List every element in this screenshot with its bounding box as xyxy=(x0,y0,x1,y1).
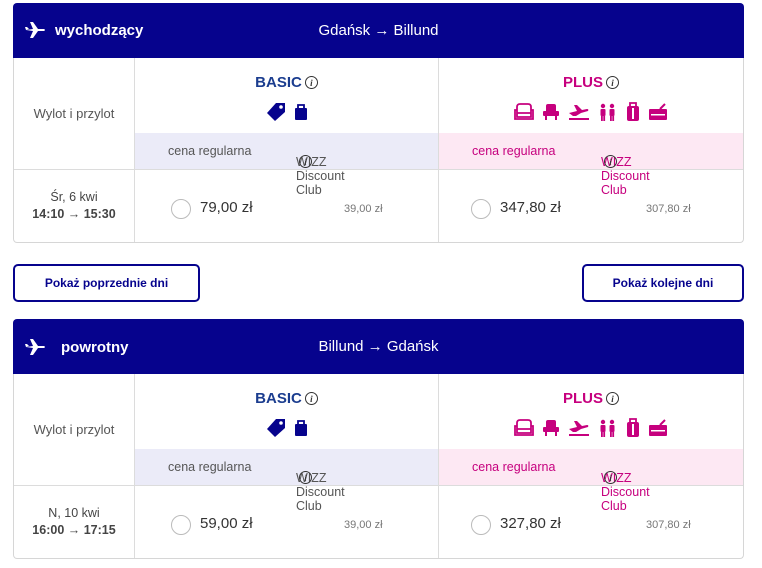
priority-boarding-icon xyxy=(569,421,589,436)
seat-selection-icon xyxy=(543,420,559,436)
price-tag-icon xyxy=(266,419,285,437)
info-icon[interactable]: i xyxy=(604,471,617,484)
info-icon[interactable]: i xyxy=(304,76,318,89)
return-section: powrotny Billund → Gdańsk Wylot i przylo… xyxy=(13,319,744,559)
info-icon[interactable]: i xyxy=(299,155,312,168)
checked-bag-icon xyxy=(649,419,667,436)
plus-icons xyxy=(439,102,743,122)
outbound-section: wychodzący Gdańsk → Billund Wylot i przy… xyxy=(13,3,744,243)
basic-fare-radio[interactable] xyxy=(171,515,191,535)
row-label: Wylot i przylot xyxy=(33,106,115,121)
basic-price: 79,00 zł xyxy=(200,199,253,216)
seat-icon xyxy=(514,419,534,436)
return-header: powrotny Billund → Gdańsk xyxy=(13,319,744,374)
prev-days-button[interactable]: Pokaż poprzednie dni xyxy=(13,264,200,302)
info-icon[interactable]: i xyxy=(304,392,318,405)
price-tag-icon xyxy=(266,103,285,121)
plus-regular-label: cena regularna xyxy=(472,460,556,474)
plus-subheader: cena regularna WIZZ Discount Club i xyxy=(439,133,743,197)
info-icon[interactable]: i xyxy=(606,76,619,89)
basic-price: 59,00 zł xyxy=(200,515,253,532)
plus-price: 327,80 zł xyxy=(500,515,561,532)
flight-times: 16:00 → 17:15 xyxy=(32,523,116,537)
outbound-route: Gdańsk → Billund xyxy=(318,22,439,39)
basic-icons xyxy=(135,418,438,438)
plus-fare-title: PLUS i xyxy=(439,390,743,407)
checked-bag-icon xyxy=(649,103,667,120)
return-route: Billund → Gdańsk xyxy=(318,338,439,355)
trolley-bag-icon xyxy=(627,418,639,437)
plus-fare-radio[interactable] xyxy=(471,199,491,219)
plus-subheader: cena regularna WIZZ Discount Club i xyxy=(439,449,743,513)
basic-regular-label: cena regularna xyxy=(168,144,252,158)
small-bag-icon xyxy=(294,420,307,436)
plus-club-price: 307,80 zł xyxy=(646,203,691,215)
next-days-button[interactable]: Pokaż kolejne dni xyxy=(582,264,744,302)
check-in-icon xyxy=(600,419,615,437)
plus-price: 347,80 zł xyxy=(500,199,561,216)
small-bag-icon xyxy=(294,104,307,120)
flight-times: 14:10 → 15:30 xyxy=(32,207,116,221)
basic-fare-radio[interactable] xyxy=(171,199,191,219)
return-fare-table: Wylot i przylot BASIC i cena regularna WI… xyxy=(13,374,744,559)
plus-club-price: 307,80 zł xyxy=(646,519,691,531)
plus-icons xyxy=(439,418,743,438)
basic-club-price: 39,00 zł xyxy=(344,519,383,531)
trolley-bag-icon xyxy=(627,102,639,121)
plus-fare-radio[interactable] xyxy=(471,515,491,535)
basic-subheader: cena regularna WIZZ Discount Club i xyxy=(135,449,438,513)
basic-club-price: 39,00 zł xyxy=(344,203,383,215)
flight-date: N, 10 kwi 16:00 → 17:15 xyxy=(32,506,116,537)
info-icon[interactable]: i xyxy=(299,471,312,484)
basic-icons xyxy=(135,102,438,122)
flight-date: Śr, 6 kwi 14:10 → 15:30 xyxy=(32,190,116,221)
basic-regular-label: cena regularna xyxy=(168,460,252,474)
plus-fare-title: PLUS i xyxy=(439,74,743,91)
plus-regular-label: cena regularna xyxy=(472,144,556,158)
priority-boarding-icon xyxy=(569,105,589,120)
info-icon[interactable]: i xyxy=(604,155,617,168)
basic-subheader: cena regularna WIZZ Discount Club i xyxy=(135,133,438,197)
outbound-fare-table: Wylot i przylot BASIC i cena regularna WI… xyxy=(13,58,744,243)
row-label: Wylot i przylot xyxy=(33,422,115,437)
check-in-icon xyxy=(600,103,615,121)
basic-fare-title: BASIC i xyxy=(135,390,438,407)
seat-selection-icon xyxy=(543,104,559,120)
basic-fare-title: BASIC i xyxy=(135,74,438,91)
info-icon[interactable]: i xyxy=(606,392,619,405)
outbound-header: wychodzący Gdańsk → Billund xyxy=(13,3,744,58)
seat-icon xyxy=(514,103,534,120)
